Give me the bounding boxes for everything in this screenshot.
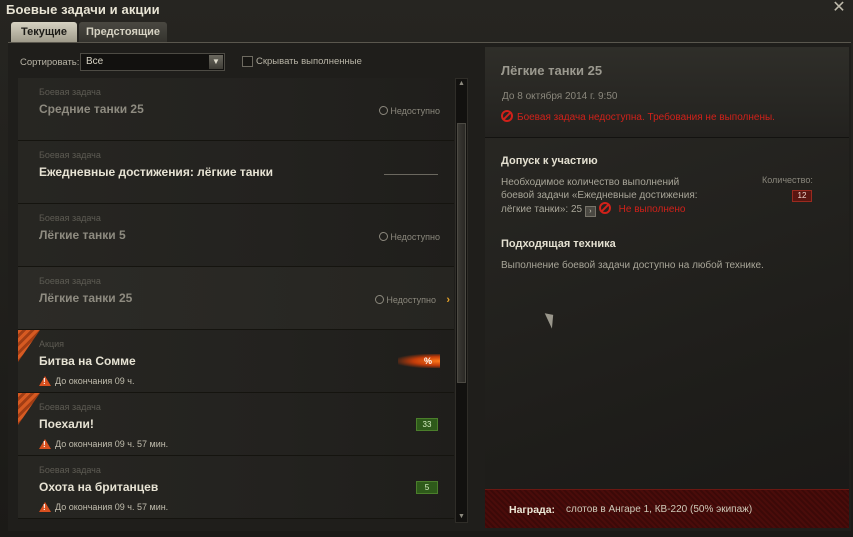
detail-error: Боевая задача недоступна. Требования не … (501, 110, 775, 123)
quest-list: Боевая задача Средние танки 25 Недоступн… (18, 78, 454, 523)
quest-item[interactable]: Боевая задача Охота на британцев 5 До ок… (18, 456, 454, 519)
quest-type: Боевая задача (39, 87, 101, 97)
close-button[interactable]: ✕ (831, 0, 847, 16)
quest-item[interactable]: Боевая задача Лёгкие танки 5 Недоступно (18, 204, 454, 267)
quest-type: Боевая задача (39, 402, 101, 412)
quest-status: Недоступно (379, 106, 440, 116)
quest-type: Боевая задача (39, 150, 101, 160)
detail-date: До 8 октября 2014 г. 9:50 (502, 91, 618, 102)
clock-icon (375, 295, 385, 304)
quest-detail-panel: Лёгкие танки 25 До 8 октября 2014 г. 9:5… (485, 47, 849, 527)
forbidden-icon (598, 202, 611, 214)
sort-dropdown[interactable]: Все ▼ (80, 53, 225, 71)
scroll-down-icon[interactable]: ▼ (456, 512, 467, 522)
hide-completed-checkbox[interactable] (242, 56, 253, 67)
quest-name: Лёгкие танки 25 (39, 291, 133, 305)
quest-type: Боевая задача (39, 276, 101, 286)
tab-current[interactable]: Текущие (11, 22, 77, 42)
detail-title: Лёгкие танки 25 (501, 63, 603, 78)
quest-count-badge: 5 (416, 481, 438, 494)
vehicles-title: Подходящая техника (501, 238, 616, 250)
quest-list-scrollbar[interactable]: ▲ ▼ (455, 78, 468, 523)
sort-label: Сортировать: (20, 57, 80, 68)
quest-name: Ежедневные достижения: лёгкие танки (39, 165, 274, 179)
quest-count-badge: 33 (416, 418, 438, 431)
quest-deadline: До окончания 09 ч. 57 мин. (39, 502, 168, 512)
reward-bar: Награда: слотов в Ангаре 1, КВ-220 (50% … (485, 489, 849, 528)
new-ribbon-icon (18, 330, 40, 362)
reward-text: слотов в Ангаре 1, КВ-220 (50% экипаж) (566, 504, 753, 515)
scroll-up-icon[interactable]: ▲ (456, 79, 467, 89)
quest-name: Средние танки 25 (39, 102, 144, 116)
quests-window: Боевые задачи и акции ✕ Текущие Предстоя… (0, 0, 853, 537)
requirement-status: Не выполнено (618, 204, 686, 215)
quest-item[interactable]: Боевая задача Поехали! 33 До окончания 0… (18, 393, 454, 456)
vehicles-text: Выполнение боевой задачи доступно на люб… (501, 260, 764, 271)
forbidden-icon (501, 110, 513, 122)
warning-icon (39, 439, 51, 449)
quest-status: Недоступно (375, 295, 436, 305)
quest-type: Боевая задача (39, 465, 101, 475)
quantity-label: Количество: (762, 175, 813, 185)
discount-badge: % (398, 354, 440, 368)
quest-progress-bar (384, 174, 438, 175)
quest-type: Акция (39, 339, 64, 349)
sort-value: Все (86, 56, 104, 67)
clock-icon (379, 232, 389, 241)
tab-upcoming[interactable]: Предстоящие (79, 22, 167, 42)
chevron-down-icon[interactable]: ▼ (209, 55, 223, 69)
requirements-text: Необходимое количество выполнений боевой… (501, 177, 698, 217)
quantity-badge: 12 (792, 190, 812, 202)
warning-icon (39, 502, 51, 512)
detail-header: Лёгкие танки 25 До 8 октября 2014 г. 9:5… (485, 47, 849, 138)
quest-item-selected[interactable]: Боевая задача Лёгкие танки 25 Недоступно… (18, 267, 454, 330)
close-icon[interactable]: ✕ (832, 0, 845, 16)
scroll-thumb[interactable] (457, 123, 466, 383)
title-bar[interactable]: Боевые задачи и акции ✕ (0, 0, 853, 20)
quest-type: Боевая задача (39, 213, 101, 223)
quest-item[interactable]: Акция Битва на Сомме % До окончания 09 ч… (18, 330, 454, 393)
quest-name: Битва на Сомме (39, 354, 136, 368)
quest-status: Недоступно (379, 232, 440, 242)
hide-completed-label[interactable]: Скрывать выполненные (256, 56, 362, 67)
warning-icon (39, 376, 51, 386)
quest-item[interactable]: Боевая задача Средние танки 25 Недоступн… (18, 78, 454, 141)
quest-deadline: До окончания 09 ч. (39, 376, 135, 386)
quest-item[interactable]: Боевая задача Ежедневные достижения: лёг… (18, 141, 454, 204)
quest-deadline: До окончания 09 ч. 57 мин. (39, 439, 168, 449)
quest-name: Охота на британцев (39, 480, 159, 494)
quest-name: Лёгкие танки 5 (39, 228, 126, 242)
requirements-title: Допуск к участию (501, 155, 598, 167)
reward-label: Награда: (509, 504, 556, 516)
clock-icon (379, 106, 389, 115)
info-icon[interactable]: › (584, 206, 596, 217)
window-title: Боевые задачи и акции (6, 2, 160, 17)
new-ribbon-icon (18, 393, 40, 425)
chevron-right-icon: › (446, 294, 450, 306)
quest-name: Поехали! (39, 417, 94, 431)
